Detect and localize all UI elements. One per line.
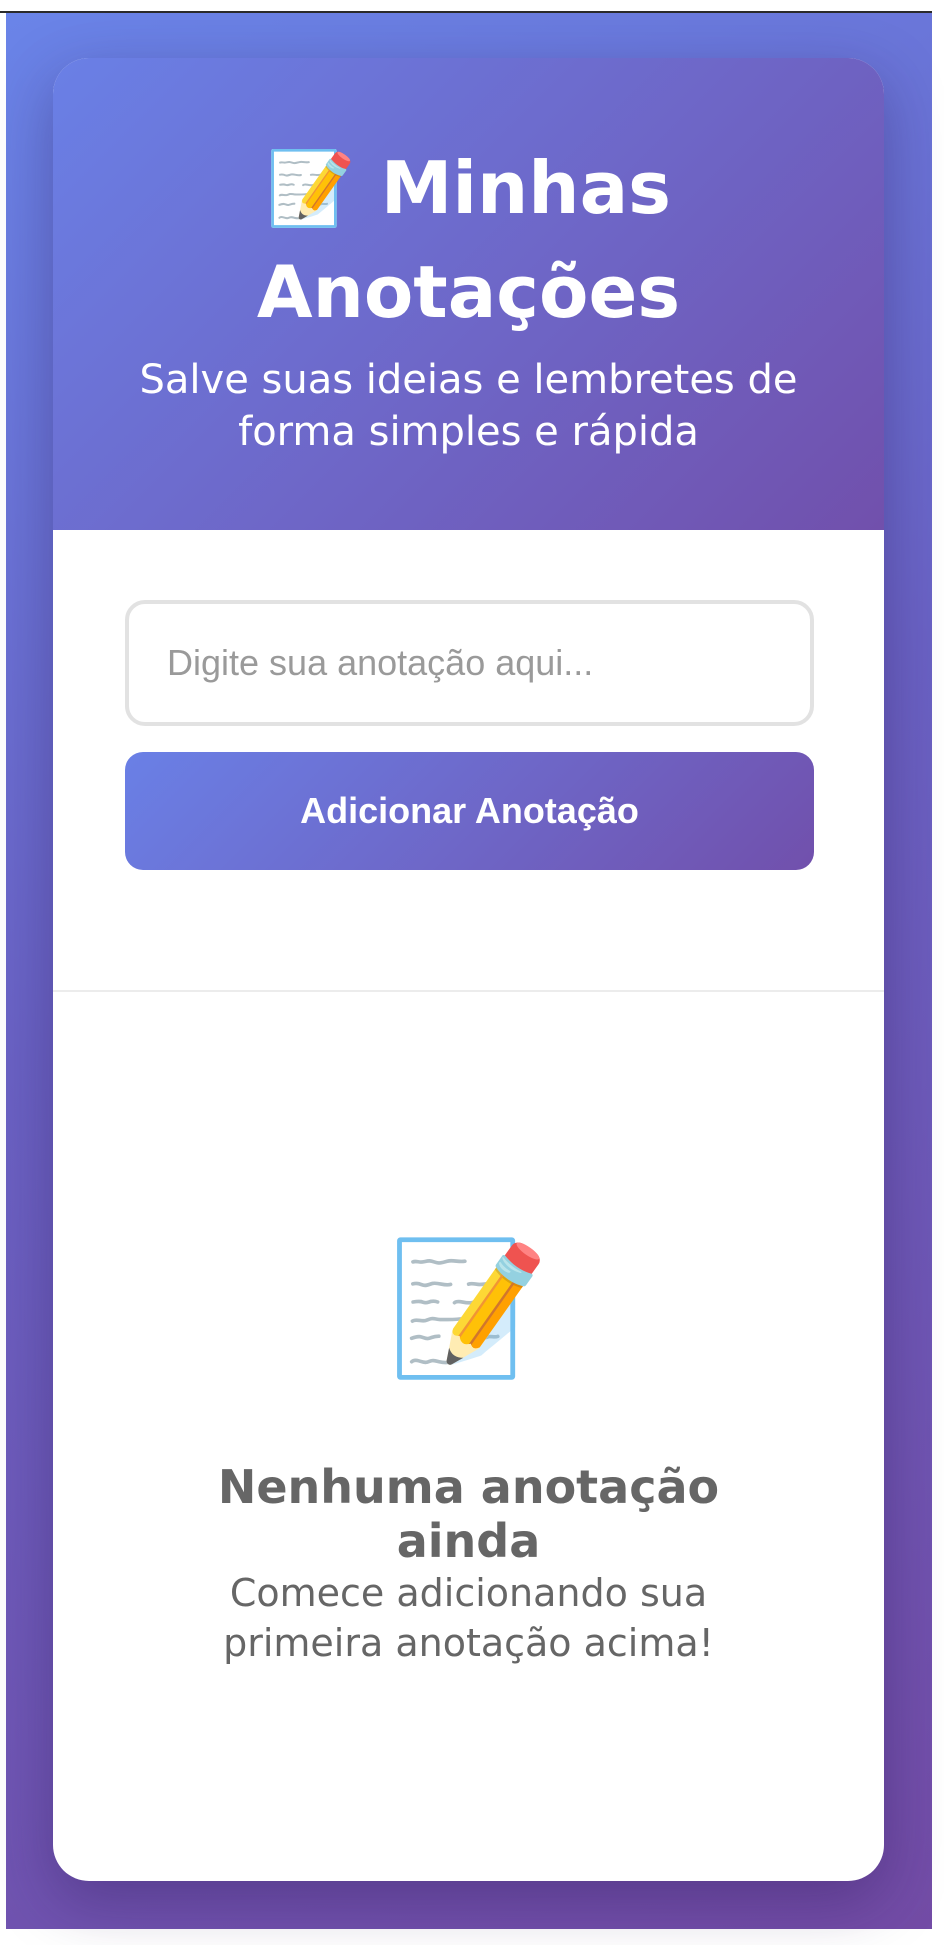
empty-state-text: Comece adicionando sua primeira anotação…: [223, 1571, 714, 1665]
notes-app-card: 📝 Minhas Anotações Salve suas ideias e l…: [53, 58, 884, 1881]
page-title: 📝 Minhas Anotações: [53, 136, 884, 344]
add-note-form: Adicionar Anotação: [125, 600, 814, 870]
add-note-button[interactable]: Adicionar Anotação: [125, 752, 814, 870]
app-header: 📝 Minhas Anotações Salve suas ideias e l…: [53, 58, 884, 530]
note-input[interactable]: [125, 600, 814, 726]
section-divider: [53, 990, 884, 992]
memo-pencil-icon: 📝: [387, 1232, 550, 1384]
page-subtitle: Salve suas ideias e lembretes de forma s…: [139, 357, 798, 455]
empty-state: 📝 Nenhuma anotação ainda Comece adiciona…: [53, 1228, 884, 1668]
empty-state-title: Nenhuma anotação ainda: [217, 1460, 720, 1568]
memo-pencil-icon: 📝: [265, 146, 356, 230]
